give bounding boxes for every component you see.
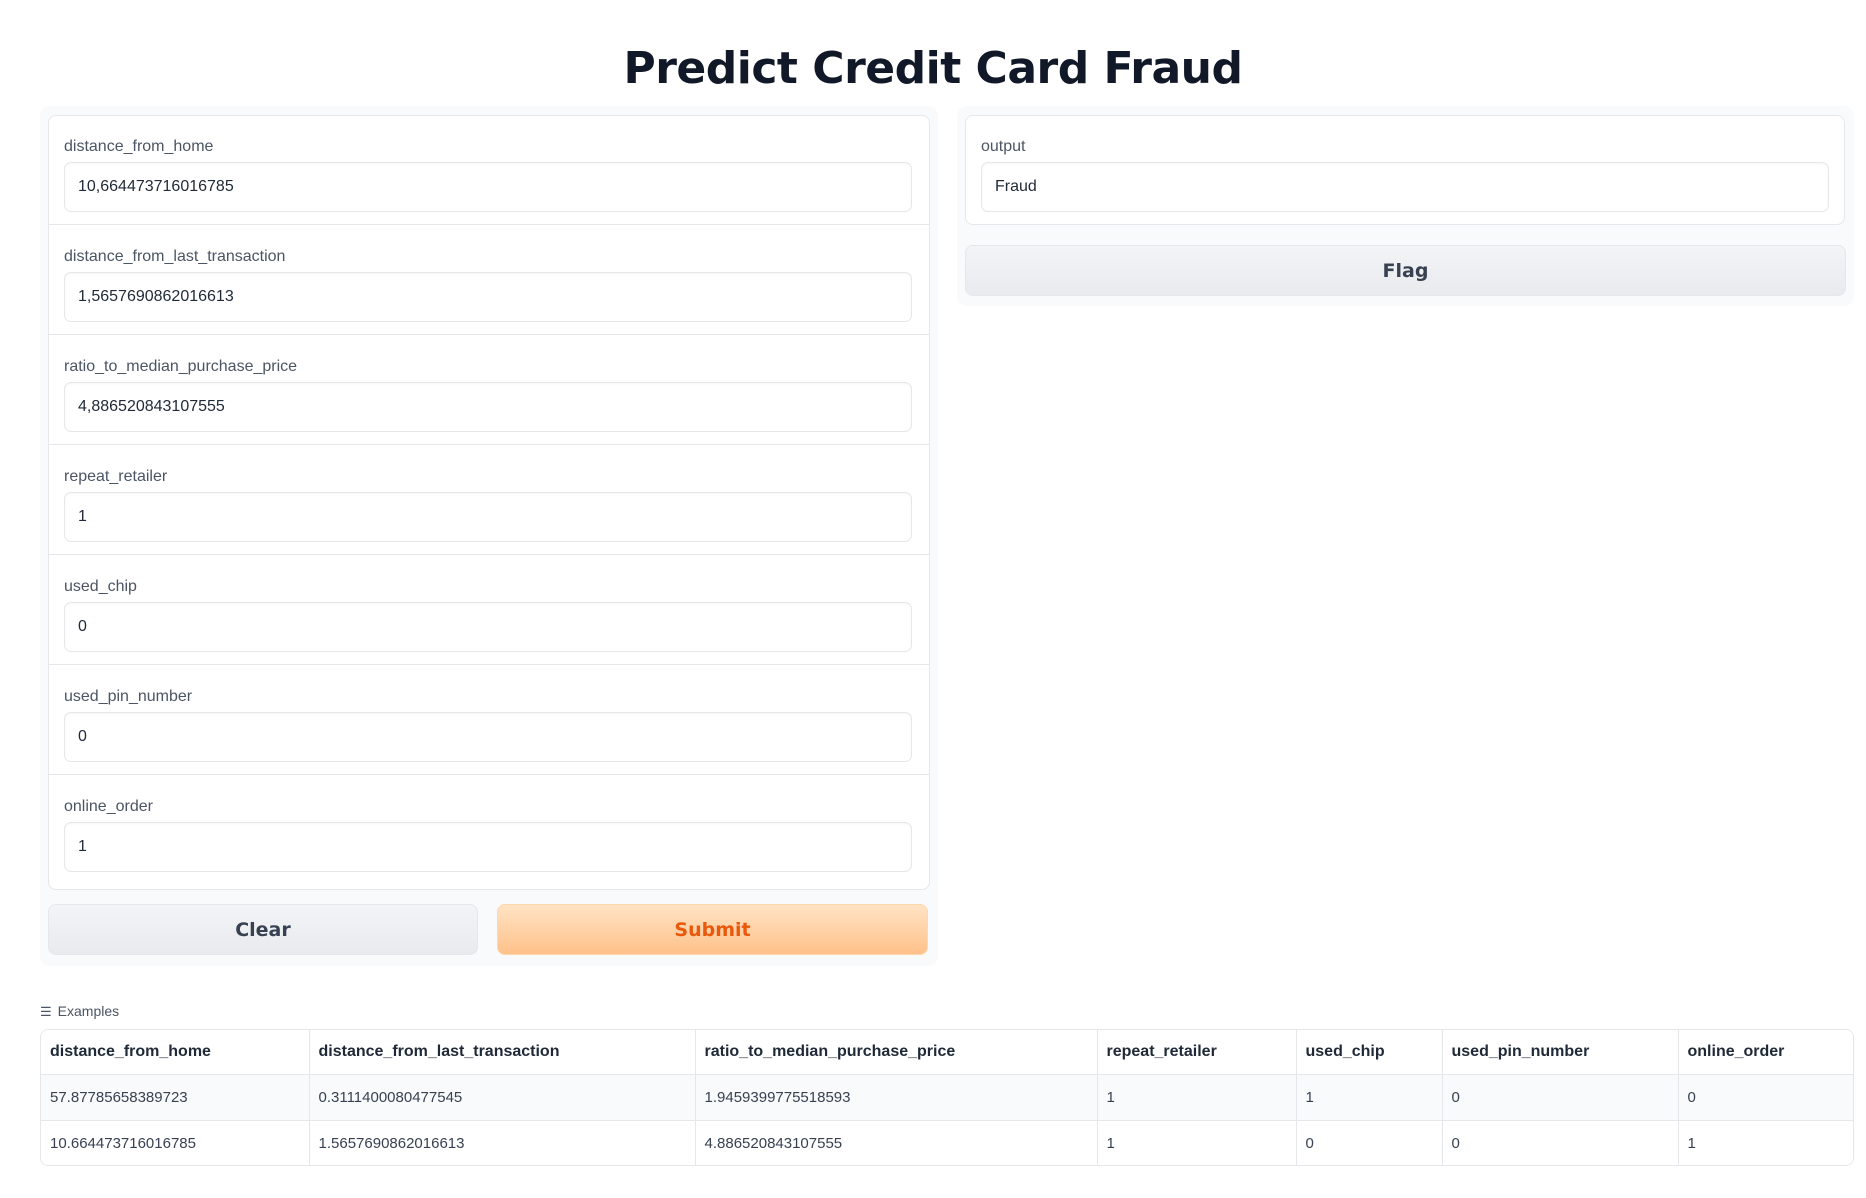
field-distance-from-home: distance_from_home 10,664473716016785	[49, 116, 929, 225]
column-header: used_pin_number	[1442, 1030, 1679, 1075]
flag-button[interactable]: Flag	[965, 245, 1846, 296]
output-field: output Fraud	[965, 115, 1845, 225]
field-used-chip: used_chip 0	[49, 556, 929, 665]
field-online-order: online_order 1	[49, 776, 929, 885]
field-label: distance_from_last_transaction	[64, 248, 286, 265]
table-cell: 1	[1296, 1074, 1443, 1121]
table-cell: 0	[1678, 1074, 1853, 1121]
ratio-to-median-purchase-price-input[interactable]: 4,886520843107555	[64, 382, 912, 432]
table-cell: 1	[1097, 1074, 1297, 1121]
examples-table: distance_from_home distance_from_last_tr…	[40, 1029, 1854, 1166]
field-repeat-retailer: repeat_retailer 1	[49, 446, 929, 555]
output-value: Fraud	[981, 162, 1829, 212]
table-cell: 0.3111400080477545	[309, 1074, 696, 1121]
field-label: repeat_retailer	[64, 468, 168, 485]
table-cell: 1	[1097, 1120, 1297, 1165]
column-header: ratio_to_median_purchase_price	[695, 1030, 1098, 1075]
output-label: output	[981, 138, 1026, 155]
table-cell: 1.9459399775518593	[695, 1074, 1098, 1121]
repeat-retailer-input[interactable]: 1	[64, 492, 912, 542]
table-header-row: distance_from_home distance_from_last_tr…	[41, 1030, 1853, 1075]
example-row[interactable]: 10.664473716016785 1.5657690862016613 4.…	[41, 1120, 1853, 1165]
input-panel: distance_from_home 10,664473716016785 di…	[40, 106, 938, 966]
column-header: distance_from_home	[41, 1030, 310, 1075]
table-cell: 0	[1296, 1120, 1443, 1165]
field-label: ratio_to_median_purchase_price	[64, 358, 298, 375]
table-cell: 10.664473716016785	[41, 1120, 310, 1165]
table-cell: 4.886520843107555	[695, 1120, 1098, 1165]
distance-from-last-transaction-input[interactable]: 1,5657690862016613	[64, 272, 912, 322]
output-panel: output Fraud Flag	[957, 106, 1854, 306]
table-cell: 1	[1678, 1120, 1853, 1165]
examples-header: ☰ Examples	[40, 1003, 119, 1020]
used-chip-input[interactable]: 0	[64, 602, 912, 652]
list-icon: ☰	[40, 1004, 52, 1019]
field-label: used_pin_number	[64, 688, 193, 705]
online-order-input[interactable]: 1	[64, 822, 912, 872]
page-title: Predict Credit Card Fraud	[623, 43, 1243, 95]
examples-label: Examples	[57, 1003, 120, 1019]
column-header: distance_from_last_transaction	[309, 1030, 696, 1075]
column-header: online_order	[1678, 1030, 1853, 1075]
distance-from-home-input[interactable]: 10,664473716016785	[64, 162, 912, 212]
example-row[interactable]: 57.87785658389723 0.3111400080477545 1.9…	[41, 1074, 1853, 1121]
used-pin-number-input[interactable]: 0	[64, 712, 912, 762]
table-cell: 57.87785658389723	[41, 1074, 310, 1121]
field-distance-from-last-transaction: distance_from_last_transaction 1,5657690…	[49, 226, 929, 335]
table-cell: 0	[1442, 1074, 1679, 1121]
table-cell: 1.5657690862016613	[309, 1120, 696, 1165]
field-label: used_chip	[64, 578, 137, 595]
submit-button[interactable]: Submit	[497, 904, 928, 955]
field-label: online_order	[64, 798, 153, 815]
column-header: used_chip	[1296, 1030, 1443, 1075]
input-fields-group: distance_from_home 10,664473716016785 di…	[48, 115, 930, 890]
field-ratio-to-median-purchase-price: ratio_to_median_purchase_price 4,8865208…	[49, 336, 929, 445]
field-used-pin-number: used_pin_number 0	[49, 666, 929, 775]
column-header: repeat_retailer	[1097, 1030, 1297, 1075]
field-label: distance_from_home	[64, 138, 214, 155]
clear-button[interactable]: Clear	[48, 904, 478, 955]
table-cell: 0	[1442, 1120, 1679, 1165]
